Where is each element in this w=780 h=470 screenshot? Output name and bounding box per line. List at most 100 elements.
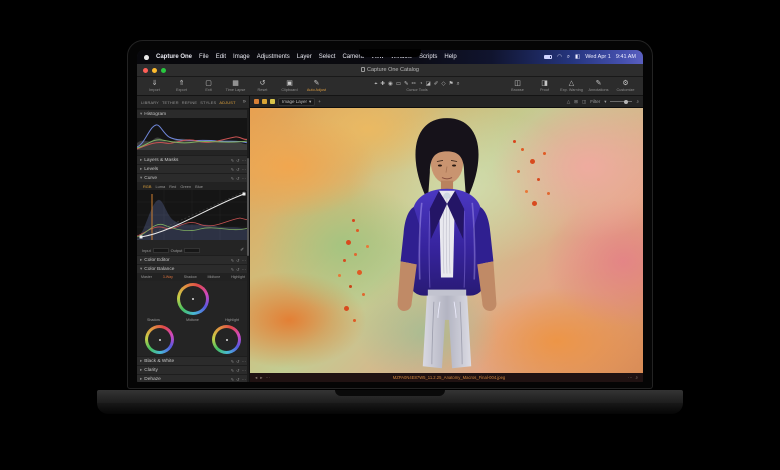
grid-overlay-icon[interactable]: ⊞ (574, 99, 578, 105)
menu-help[interactable]: Help (444, 54, 456, 60)
layer-selector[interactable]: Image Layer ▾ (278, 97, 316, 106)
tabs-expander-icon[interactable]: » (243, 99, 246, 105)
add-layer-button[interactable]: + (318, 99, 321, 104)
section-levels[interactable]: ▸ Levels ✎ ↺ ⋯ (137, 164, 249, 173)
browse-button[interactable]: ◫ Browse (504, 77, 531, 95)
brush-icon[interactable]: ✎ (231, 167, 235, 172)
magnifier-icon[interactable]: ⌕ (636, 99, 639, 104)
tab-tether[interactable]: Tether (161, 98, 180, 107)
footer-magnifier-icon[interactable]: ⌕ (635, 375, 638, 380)
spotlight-icon[interactable]: ⌕ (567, 54, 570, 61)
menu-adjustments[interactable]: Adjustments (257, 54, 290, 60)
curve-tab-red[interactable]: Red (169, 184, 176, 189)
brush-icon[interactable]: ✎ (231, 258, 235, 263)
brush-icon[interactable]: ✎ (231, 176, 235, 181)
brush-icon[interactable]: ✎ (231, 158, 235, 163)
section-curve[interactable]: ▾ Curve ✎ ↺ ⋯ (137, 173, 249, 182)
annotations-button[interactable]: ✎ Annotations (585, 77, 612, 95)
zoom-slider[interactable] (610, 99, 633, 104)
brush-icon[interactable]: ✎ (231, 377, 235, 382)
tab-refine[interactable]: Refine (181, 98, 198, 107)
curve-tab-green[interactable]: Green (180, 184, 191, 189)
menu-file[interactable]: File (199, 54, 209, 60)
curve-pick-icon[interactable]: ✐ (240, 247, 244, 253)
warning-overlay-icon[interactable]: △ (567, 99, 570, 105)
brush-icon[interactable]: ✎ (231, 368, 235, 373)
section-color-balance[interactable]: ▾ Color Balance ✎ ↺ ⋯ (137, 264, 249, 273)
erase-mask-tool-icon[interactable]: ✏ (412, 81, 417, 87)
next-image-icon[interactable]: ▸ (260, 375, 262, 381)
curve-tab-luma[interactable]: Luma (155, 184, 165, 189)
variant-swatch-1[interactable] (254, 99, 259, 104)
filter-label[interactable]: Filter (590, 99, 600, 104)
variant-swatch-2[interactable] (262, 99, 267, 104)
menu-select[interactable]: Select (319, 54, 336, 60)
proof-button[interactable]: ◨ Proof (531, 77, 558, 95)
more-icon[interactable]: ⋯ (242, 258, 246, 263)
more-icon[interactable]: ⋯ (242, 167, 246, 172)
menu-image[interactable]: Image (233, 54, 250, 60)
more-icon[interactable]: ⋯ (242, 267, 246, 272)
customize-button[interactable]: ⚙ Customize (612, 77, 639, 95)
menu-date[interactable]: Wed Apr 1 (585, 54, 611, 60)
footer-options-icon[interactable]: ⋯ (628, 375, 633, 381)
reset-section-icon[interactable]: ↺ (236, 267, 240, 272)
reset-section-icon[interactable]: ↺ (236, 359, 240, 364)
clone-tool-icon[interactable]: ◇ (441, 81, 445, 87)
menu-edit[interactable]: Edit (216, 54, 226, 60)
section-clarity[interactable]: ▸ Clarity ✎ ↺ ⋯ (137, 365, 249, 374)
heal-tool-icon[interactable]: ✐ (434, 81, 439, 87)
chevron-down-icon[interactable]: ▾ (604, 99, 606, 105)
cb-tab-master[interactable]: Master (141, 275, 152, 279)
cb-tab-3way[interactable]: 3-Way (163, 275, 173, 279)
apple-logo-icon[interactable] (144, 54, 149, 60)
control-center-icon[interactable]: ◧ (575, 54, 580, 60)
highlight-color-wheel[interactable] (212, 325, 241, 354)
cb-tab-shadow[interactable]: Shadow (184, 275, 197, 279)
brush-icon[interactable]: ✎ (231, 267, 235, 272)
reset-section-icon[interactable]: ↺ (236, 377, 240, 382)
more-icon[interactable]: ⋯ (242, 377, 246, 382)
menu-layer[interactable]: Layer (297, 54, 312, 60)
gradient-mask-tool-icon[interactable]: ◪ (426, 81, 431, 87)
section-dehaze[interactable]: ▸ Dehaze ✎ ↺ ⋯ (137, 374, 249, 382)
crop-tool-icon[interactable]: ✚ (380, 81, 385, 87)
previous-image-icon[interactable]: ◂ (255, 375, 257, 381)
reset-section-icon[interactable]: ↺ (236, 258, 240, 263)
auto-adjust-button[interactable]: ✎ Auto Adjust (303, 77, 330, 95)
curve-tab-blue[interactable]: Blue (195, 184, 203, 189)
pick-color-tool-icon[interactable]: ◔ (419, 81, 422, 87)
compare-icon[interactable]: ◫ (582, 99, 586, 105)
exposure-warning-button[interactable]: △ Exp. Warning (558, 77, 585, 95)
annotate-tool-icon[interactable]: ⚑ (449, 81, 454, 87)
section-color-editor[interactable]: ▸ Color Editor ✎ ↺ ⋯ (137, 255, 249, 264)
viewer-canvas[interactable] (250, 108, 643, 373)
variant-swatch-3[interactable] (270, 99, 275, 104)
curve-input-field[interactable] (152, 247, 169, 253)
wifi-icon[interactable]: ◠ (557, 54, 562, 60)
time-lapse-button[interactable]: ▦ Time Lapse (222, 77, 249, 95)
draw-mask-tool-icon[interactable]: ✎ (404, 81, 409, 87)
clipboard-button[interactable]: ▣ Clipboard (276, 77, 303, 95)
cb-tab-highlight[interactable]: Highlight (231, 275, 245, 279)
curve-output-field[interactable] (184, 247, 201, 253)
tab-styles[interactable]: Styles (199, 98, 217, 107)
midtone-color-wheel[interactable] (177, 283, 209, 315)
reset-section-icon[interactable]: ↺ (236, 158, 240, 163)
tab-library[interactable]: Library (140, 98, 160, 107)
section-black-white[interactable]: ▸ Black & White ✎ ↺ ⋯ (137, 356, 249, 365)
scrollbar-thumb[interactable] (247, 158, 249, 257)
pan-tool-icon[interactable]: ⌖ (374, 81, 377, 87)
tab-adjust[interactable]: Adjust (218, 98, 236, 107)
loupe-tool-icon[interactable]: ◉ (388, 81, 393, 87)
reset-button[interactable]: ↺ Reset (249, 77, 276, 95)
reset-section-icon[interactable]: ↺ (236, 368, 240, 373)
section-layers-masks[interactable]: ▸ Layers & Masks ✎ ↺ ⋯ (137, 155, 249, 164)
more-icon[interactable]: ⋯ (242, 158, 246, 163)
more-icon[interactable]: ⋯ (242, 368, 246, 373)
more-icon[interactable]: ⋯ (242, 176, 246, 181)
curve-graph[interactable] (137, 189, 249, 241)
shadow-color-wheel[interactable] (145, 325, 174, 354)
menu-time[interactable]: 9:41 AM (616, 54, 636, 60)
menu-app-name[interactable]: Capture One (156, 54, 192, 60)
